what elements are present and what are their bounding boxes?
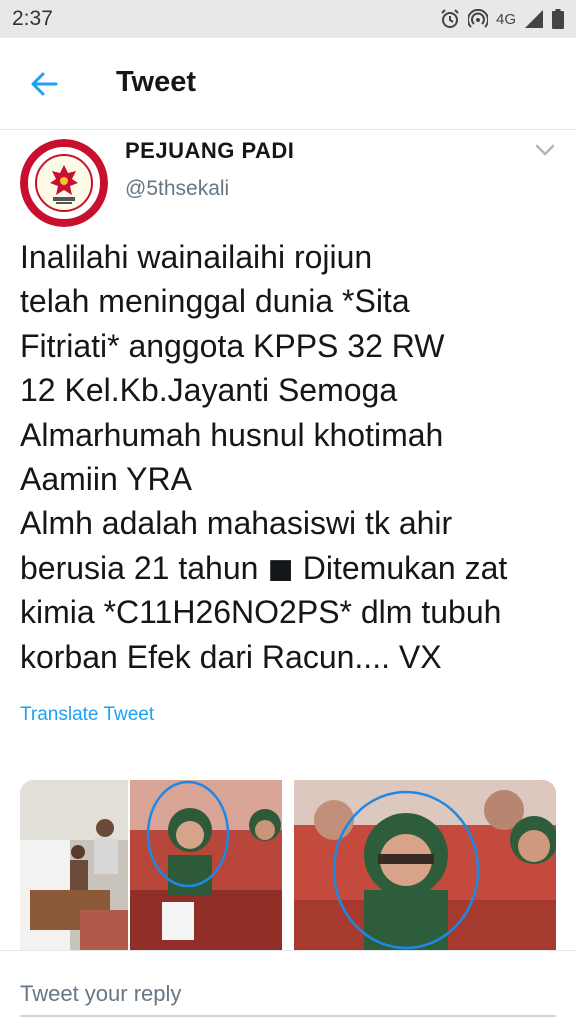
tweet-media-left[interactable] <box>20 780 282 950</box>
avatar[interactable] <box>20 139 108 227</box>
hotspot-icon <box>467 9 488 28</box>
tweet-header: PEJUANG PADI @5thsekali <box>0 130 576 227</box>
user-handle[interactable]: @5thsekali <box>125 177 229 201</box>
photo-collage-left <box>20 780 282 950</box>
page-title: Tweet <box>116 66 197 98</box>
signal-icon <box>525 10 543 28</box>
reply-bar <box>0 950 576 1024</box>
back-button[interactable] <box>20 64 68 104</box>
tweet-media-right[interactable] <box>294 780 556 950</box>
reply-input[interactable] <box>20 973 556 1017</box>
status-icons: 4G <box>440 8 564 30</box>
avatar-logo-image <box>20 139 108 227</box>
battery-icon <box>552 9 564 29</box>
display-name[interactable]: PEJUANG PADI <box>125 138 294 164</box>
photo-right <box>294 780 556 950</box>
chevron-down-icon <box>535 144 555 156</box>
translate-tweet-link[interactable]: Translate Tweet <box>20 704 154 726</box>
status-bar: 2:37 4G <box>0 0 576 38</box>
app-bar: Tweet <box>0 38 576 130</box>
tweet-text: Inalilahi wainailaihi rojiun telah menin… <box>20 239 508 675</box>
back-arrow-icon <box>31 72 58 96</box>
network-type-label: 4G <box>495 10 516 28</box>
more-options-button[interactable] <box>530 138 560 162</box>
status-time: 2:37 <box>12 7 53 30</box>
alarm-icon <box>441 9 459 28</box>
